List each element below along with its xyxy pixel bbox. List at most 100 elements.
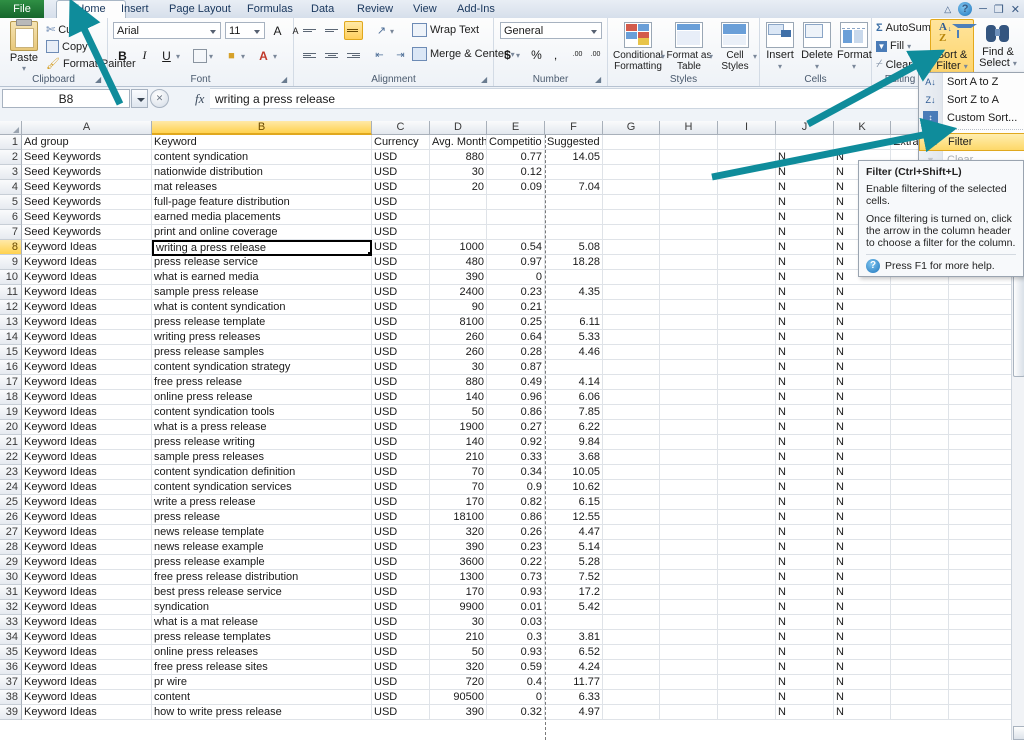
cell-E22[interactable]: 0.33 bbox=[487, 450, 545, 465]
cell-B21[interactable]: press release writing bbox=[152, 435, 372, 450]
cell-M24[interactable] bbox=[949, 480, 1012, 495]
column-header-h[interactable]: H bbox=[660, 121, 718, 135]
format-as-table-button[interactable]: Format as Table ▾ bbox=[666, 22, 713, 72]
tab-data[interactable]: Data bbox=[302, 0, 343, 18]
insert-function-icon[interactable]: fx bbox=[195, 91, 204, 107]
cell-F13[interactable]: 6.11 bbox=[545, 315, 603, 330]
cell-M37[interactable] bbox=[949, 675, 1012, 690]
cell-G32[interactable] bbox=[603, 600, 660, 615]
number-dialog-launcher[interactable]: ◢ bbox=[595, 75, 604, 84]
row-header-38[interactable]: 38 bbox=[0, 690, 22, 705]
row-header-3[interactable]: 3 bbox=[0, 165, 22, 180]
cell-C12[interactable]: USD bbox=[372, 300, 430, 315]
cell-D4[interactable]: 20 bbox=[430, 180, 487, 195]
cell-F4[interactable]: 7.04 bbox=[545, 180, 603, 195]
row-header-10[interactable]: 10 bbox=[0, 270, 22, 285]
cell-H19[interactable] bbox=[660, 405, 718, 420]
cell-K37[interactable]: N bbox=[834, 675, 891, 690]
cell-L32[interactable] bbox=[891, 600, 949, 615]
cell-J22[interactable]: N bbox=[776, 450, 834, 465]
cell-B33[interactable]: what is a mat release bbox=[152, 615, 372, 630]
cell-G34[interactable] bbox=[603, 630, 660, 645]
collapse-ribbon-icon[interactable]: △ bbox=[944, 4, 951, 15]
cell-C23[interactable]: USD bbox=[372, 465, 430, 480]
row-header-29[interactable]: 29 bbox=[0, 555, 22, 570]
cell-E20[interactable]: 0.27 bbox=[487, 420, 545, 435]
cell-G6[interactable] bbox=[603, 210, 660, 225]
cell-G11[interactable] bbox=[603, 285, 660, 300]
cell-L14[interactable] bbox=[891, 330, 949, 345]
cell-F3[interactable] bbox=[545, 165, 603, 180]
row-header-26[interactable]: 26 bbox=[0, 510, 22, 525]
cell-K28[interactable]: N bbox=[834, 540, 891, 555]
cell-F8[interactable]: 5.08 bbox=[545, 240, 603, 255]
cell-G25[interactable] bbox=[603, 495, 660, 510]
cell-A17[interactable]: Keyword Ideas bbox=[22, 375, 152, 390]
cell-L26[interactable] bbox=[891, 510, 949, 525]
row-header-15[interactable]: 15 bbox=[0, 345, 22, 360]
cell-A12[interactable]: Keyword Ideas bbox=[22, 300, 152, 315]
cell-B36[interactable]: free press release sites bbox=[152, 660, 372, 675]
cell-J36[interactable]: N bbox=[776, 660, 834, 675]
cell-E14[interactable]: 0.64 bbox=[487, 330, 545, 345]
cell-B4[interactable]: mat releases bbox=[152, 180, 372, 195]
cell-B37[interactable]: pr wire bbox=[152, 675, 372, 690]
cell-A29[interactable]: Keyword Ideas bbox=[22, 555, 152, 570]
cell-D7[interactable] bbox=[430, 225, 487, 240]
borders-chevron-down-icon[interactable]: ▾ bbox=[209, 52, 213, 61]
font-color-button[interactable]: A bbox=[254, 46, 273, 65]
cell-H21[interactable] bbox=[660, 435, 718, 450]
cell-K19[interactable]: N bbox=[834, 405, 891, 420]
cell-E3[interactable]: 0.12 bbox=[487, 165, 545, 180]
cell-E34[interactable]: 0.3 bbox=[487, 630, 545, 645]
cell-F10[interactable] bbox=[545, 270, 603, 285]
cell-D26[interactable]: 18100 bbox=[430, 510, 487, 525]
cell-C37[interactable]: USD bbox=[372, 675, 430, 690]
cell-M25[interactable] bbox=[949, 495, 1012, 510]
cell-H17[interactable] bbox=[660, 375, 718, 390]
column-header-a[interactable]: A bbox=[22, 121, 152, 135]
copy-button[interactable]: Copy ▾ bbox=[46, 40, 95, 53]
cell-H22[interactable] bbox=[660, 450, 718, 465]
tab-file[interactable]: File bbox=[0, 0, 44, 18]
cell-G15[interactable] bbox=[603, 345, 660, 360]
fill-color-button[interactable]: ■ bbox=[222, 46, 241, 65]
cell-J29[interactable]: N bbox=[776, 555, 834, 570]
cell-J23[interactable]: N bbox=[776, 465, 834, 480]
cell-J5[interactable]: N bbox=[776, 195, 834, 210]
cell-E23[interactable]: 0.34 bbox=[487, 465, 545, 480]
cell-B11[interactable]: sample press release bbox=[152, 285, 372, 300]
cell-H5[interactable] bbox=[660, 195, 718, 210]
cell-A11[interactable]: Keyword Ideas bbox=[22, 285, 152, 300]
row-header-34[interactable]: 34 bbox=[0, 630, 22, 645]
cell-K33[interactable]: N bbox=[834, 615, 891, 630]
cell-M26[interactable] bbox=[949, 510, 1012, 525]
row-header-39[interactable]: 39 bbox=[0, 705, 22, 720]
cell-F34[interactable]: 3.81 bbox=[545, 630, 603, 645]
tab-insert[interactable]: Insert bbox=[112, 0, 158, 18]
align-middle-button[interactable] bbox=[322, 21, 341, 40]
cell-B16[interactable]: content syndication strategy bbox=[152, 360, 372, 375]
cell-B9[interactable]: press release service bbox=[152, 255, 372, 270]
cell-C36[interactable]: USD bbox=[372, 660, 430, 675]
cell-H27[interactable] bbox=[660, 525, 718, 540]
cell-E16[interactable]: 0.87 bbox=[487, 360, 545, 375]
cell-G23[interactable] bbox=[603, 465, 660, 480]
cell-I19[interactable] bbox=[718, 405, 776, 420]
column-header-e[interactable]: E bbox=[487, 121, 545, 135]
cell-A25[interactable]: Keyword Ideas bbox=[22, 495, 152, 510]
cell-B38[interactable]: content bbox=[152, 690, 372, 705]
cell-G38[interactable] bbox=[603, 690, 660, 705]
row-header-11[interactable]: 11 bbox=[0, 285, 22, 300]
tab-view[interactable]: View bbox=[404, 0, 446, 18]
cell-F39[interactable]: 4.97 bbox=[545, 705, 603, 720]
cell-I20[interactable] bbox=[718, 420, 776, 435]
borders-button[interactable] bbox=[190, 46, 209, 65]
cell-G26[interactable] bbox=[603, 510, 660, 525]
cell-C16[interactable]: USD bbox=[372, 360, 430, 375]
cell-B22[interactable]: sample press releases bbox=[152, 450, 372, 465]
cell-G12[interactable] bbox=[603, 300, 660, 315]
clear-button[interactable]: ⌿ Clear ▾ bbox=[876, 58, 919, 71]
cell-G21[interactable] bbox=[603, 435, 660, 450]
column-header-i[interactable]: I bbox=[718, 121, 776, 135]
